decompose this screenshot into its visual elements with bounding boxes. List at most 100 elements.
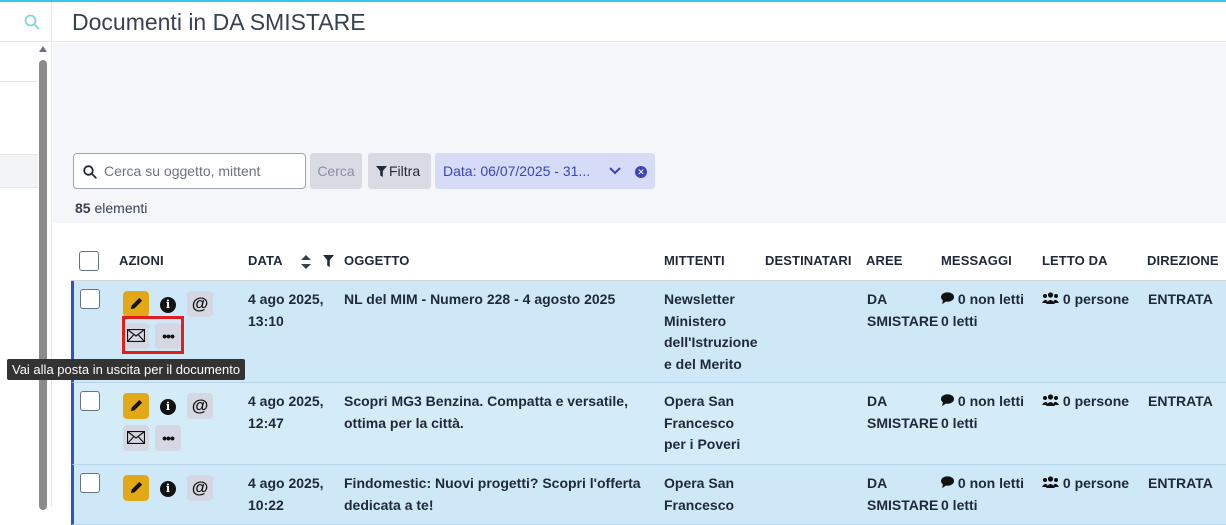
filtra-label: Filtra	[389, 163, 421, 179]
date-filter-chip[interactable]: Data: 06/07/2025 - 31... ✕	[435, 153, 655, 189]
info-button[interactable]: i	[155, 475, 181, 501]
chevron-down-icon[interactable]	[609, 166, 621, 176]
row-area: DA SMISTARE	[867, 473, 942, 516]
filtra-button[interactable]: Filtra	[368, 153, 431, 189]
left-sidebar	[0, 2, 52, 510]
row-date-line1: 4 ago 2025,	[248, 393, 324, 409]
more-button[interactable]: •••	[155, 425, 181, 451]
search-field[interactable]	[73, 153, 306, 189]
row-subject[interactable]: Scopri MG3 Benzina. Compatta e versatile…	[344, 391, 644, 434]
results-count: 85 elementi	[75, 200, 147, 216]
column-header-messaggi[interactable]: MESSAGGI	[941, 253, 1012, 268]
column-header-data[interactable]: DATA	[248, 253, 283, 268]
row-date: 4 ago 2025, 10:22	[248, 473, 338, 516]
row-messages: 0 non letti 0 letti	[941, 473, 1041, 516]
results-count-label: elementi	[94, 200, 148, 216]
row-read-by: 0 persone	[1042, 391, 1152, 413]
row-read-by-count: 0 persone	[1062, 475, 1130, 491]
sidebar-scrollbar[interactable]	[38, 46, 48, 510]
email-button[interactable]: @	[187, 393, 213, 419]
filter-icon[interactable]	[323, 255, 334, 267]
row-date-line1: 4 ago 2025,	[248, 291, 324, 307]
at-sign-icon: @	[191, 294, 209, 313]
search-icon[interactable]	[24, 14, 40, 30]
comment-icon	[941, 394, 954, 406]
info-button[interactable]: i	[155, 393, 181, 419]
row-subject[interactable]: NL del MIM - Numero 228 - 4 agosto 2025	[344, 289, 654, 311]
search-input[interactable]	[104, 154, 302, 188]
column-header-mittenti[interactable]: MITTENTI	[664, 253, 725, 268]
select-all-checkbox[interactable]	[79, 251, 99, 271]
row-messages-unread: 0 non letti	[957, 291, 1025, 307]
edit-button[interactable]	[123, 393, 149, 419]
row-subject[interactable]: Findomestic: Nuovi progetti? Scopri l'of…	[344, 473, 644, 516]
row-area: DA SMISTARE	[867, 289, 942, 332]
row-messages: 0 non letti 0 letti	[941, 391, 1041, 434]
info-button[interactable]: i	[155, 291, 181, 317]
scroll-up-arrow-icon[interactable]	[39, 46, 47, 52]
column-header-aree[interactable]: AREE	[866, 253, 903, 268]
comment-icon	[941, 476, 954, 488]
row-date: 4 ago 2025, 12:47	[248, 391, 338, 434]
row-checkbox[interactable]	[80, 473, 100, 493]
row-area-line2: SMISTARE	[867, 312, 939, 329]
row-area: DA SMISTARE	[867, 391, 942, 434]
row-date-line2: 13:10	[248, 312, 284, 329]
results-count-number: 85	[75, 200, 91, 216]
tooltip: Vai alla posta in uscita per il document…	[7, 359, 246, 380]
row-read-by-count: 0 persone	[1062, 291, 1130, 307]
sidebar-item-active[interactable]	[0, 154, 38, 188]
row-messages-unread: 0 non letti	[957, 393, 1025, 409]
row-read-by: 0 persone	[1042, 289, 1152, 311]
scrollbar-thumb[interactable]	[39, 60, 47, 510]
cerca-button[interactable]: Cerca	[310, 153, 362, 189]
row-date: 4 ago 2025, 13:10	[248, 289, 338, 332]
column-header-direzione[interactable]: DIREZIONE	[1147, 253, 1219, 268]
row-date-line2: 10:22	[248, 496, 284, 513]
row-date-line2: 12:47	[248, 414, 284, 431]
row-area-line1: DA	[867, 393, 888, 409]
table-row[interactable]: i @ 4 ago 2025, 10:22 Findomestic: Nuovi…	[71, 465, 1226, 525]
email-button[interactable]: @	[187, 475, 213, 501]
row-read-by: 0 persone	[1042, 473, 1152, 495]
remove-filter-icon[interactable]: ✕	[635, 166, 647, 178]
row-checkbox[interactable]	[80, 391, 100, 411]
row-direction: ENTRATA	[1148, 475, 1213, 491]
row-checkbox[interactable]	[80, 289, 100, 309]
row-sender: Newsletter Ministero dell'Istruzione e d…	[664, 291, 758, 372]
row-sender: Opera San Francesco	[664, 475, 735, 513]
column-header-oggetto[interactable]: OGGETTO	[344, 253, 409, 268]
sort-icon[interactable]	[301, 255, 311, 269]
row-messages: 0 non letti 0 letti	[941, 289, 1041, 332]
edit-button[interactable]	[123, 291, 149, 317]
comment-icon	[941, 292, 954, 304]
date-filter-label: Data: 06/07/2025 - 31...	[443, 163, 591, 179]
row-direction: ENTRATA	[1148, 291, 1213, 307]
row-messages-unread: 0 non letti	[957, 475, 1025, 491]
outbox-button[interactable]	[123, 425, 149, 451]
ellipsis-icon: •••	[162, 430, 175, 446]
highlight-box	[122, 316, 184, 354]
row-area-line1: DA	[867, 291, 888, 307]
row-area-line2: SMISTARE	[867, 414, 939, 431]
filter-toolbar: Cerca Filtra Data: 06/07/2025 - 31... ✕ …	[53, 43, 1226, 223]
search-icon	[83, 165, 97, 179]
edit-button[interactable]	[123, 475, 149, 501]
row-direction: ENTRATA	[1148, 393, 1213, 409]
row-area-line1: DA	[867, 475, 888, 491]
row-area-line2: SMISTARE	[867, 496, 939, 513]
column-header-letto-da[interactable]: LETTO DA	[1042, 253, 1108, 268]
at-sign-icon: @	[191, 478, 209, 497]
pencil-icon	[130, 481, 142, 494]
users-icon	[1042, 476, 1059, 488]
sidebar-item[interactable]	[0, 42, 38, 82]
email-button[interactable]: @	[187, 291, 213, 317]
page-title: Documenti in DA SMISTARE	[72, 9, 366, 35]
row-date-line1: 4 ago 2025,	[248, 475, 324, 491]
table-row[interactable]: i @ ••• 4 ago 2025, 12:47 Scopri MG3 Ben…	[71, 383, 1226, 465]
sidebar-search[interactable]	[0, 2, 52, 42]
column-header-destinatari[interactable]: DESTINATARI	[765, 253, 852, 268]
info-icon: i	[160, 297, 176, 313]
row-messages-read: 0 letti	[941, 496, 978, 513]
row-sender: Opera San Francesco per i Poveri	[664, 393, 741, 452]
